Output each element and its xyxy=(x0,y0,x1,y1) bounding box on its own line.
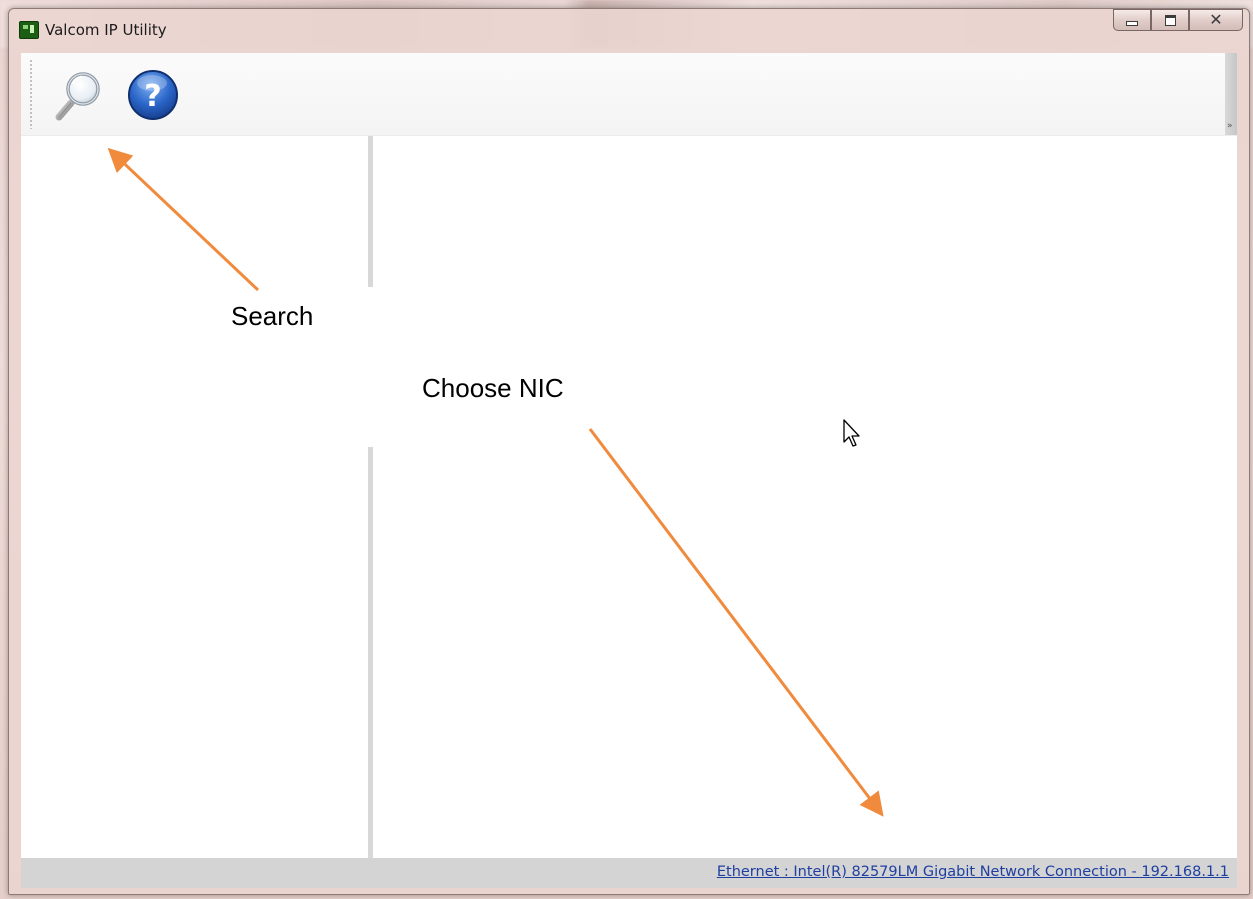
search-annotation-arrow xyxy=(107,147,260,292)
annotation-arrows xyxy=(107,147,884,817)
nic-annotation-arrow xyxy=(588,428,884,817)
mouse-cursor-icon xyxy=(843,419,860,447)
